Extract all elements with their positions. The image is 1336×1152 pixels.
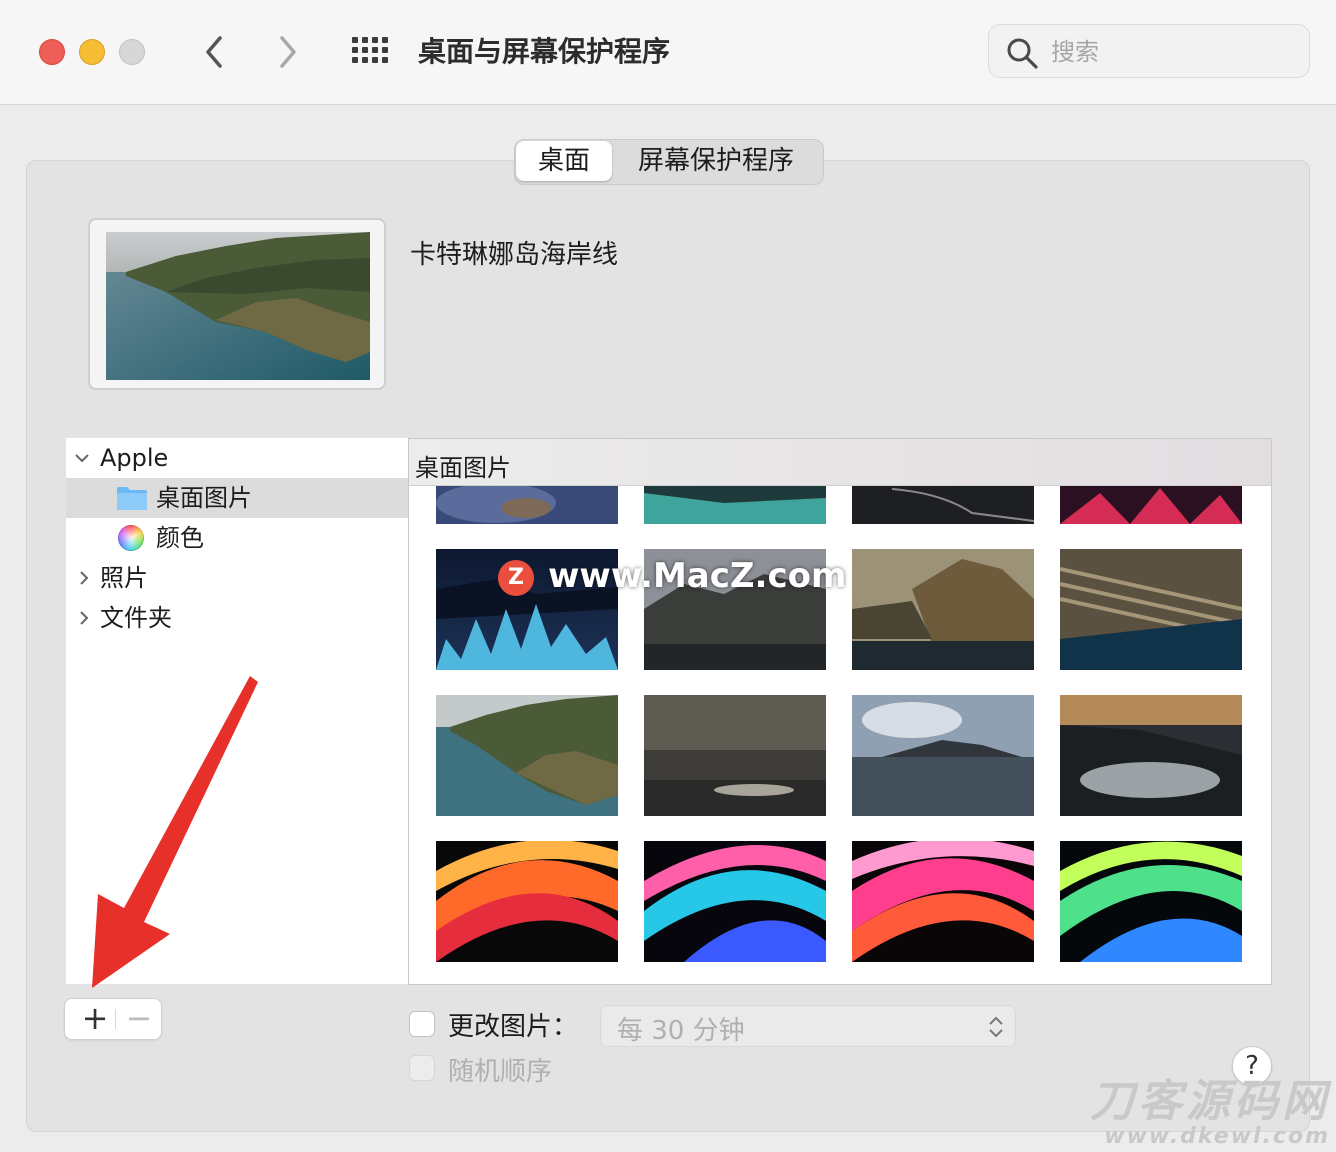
- sidebar-item-label: 桌面图片: [156, 484, 252, 512]
- change-picture-checkbox[interactable]: [409, 1011, 435, 1037]
- watermark-text: www.MacZ.com: [548, 556, 847, 596]
- wallpaper-thumb-abstract-orange-red[interactable]: [436, 841, 618, 962]
- wallpaper-thumb-abstract-cyan-pink[interactable]: [644, 841, 826, 962]
- minimize-button[interactable]: [79, 39, 105, 65]
- change-picture-label: 更改图片：: [448, 1012, 579, 1042]
- folder-icon: [117, 487, 147, 510]
- wallpaper-thumb-abstract-green-blue[interactable]: [1060, 841, 1242, 962]
- wallpaper-name: 卡特琳娜岛海岸线: [410, 240, 619, 270]
- wallpaper-thumb-abstract-pink-red[interactable]: [852, 841, 1034, 962]
- chevron-updown-icon: [989, 1016, 1003, 1038]
- sidebar-item-label: 照片: [100, 564, 148, 592]
- interval-select[interactable]: 每 30 分钟: [600, 1005, 1016, 1047]
- window-title: 桌面与屏幕保护程序: [418, 35, 671, 68]
- chevron-right-icon[interactable]: [76, 570, 92, 586]
- wallpaper-thumb-stormy-sea-light[interactable]: [644, 695, 826, 816]
- gallery-title: 桌面图片: [415, 454, 511, 482]
- search-input[interactable]: [1049, 33, 1293, 71]
- corner-watermark-url: www.dkewl.com: [1104, 1124, 1330, 1149]
- add-folder-button[interactable]: +: [75, 999, 115, 1039]
- wallpaper-thumb-rock-strata-ocean[interactable]: [1060, 549, 1242, 670]
- divider: [115, 1009, 116, 1029]
- wallpaper-thumb-catalina-coastline[interactable]: [436, 695, 618, 816]
- sidebar-item-photos[interactable]: 照片: [66, 558, 408, 598]
- wallpaper-thumb-catalina-cliff-sunlit[interactable]: [852, 549, 1034, 670]
- annotation-arrow-icon: [92, 676, 258, 988]
- zoom-button[interactable]: [119, 39, 145, 65]
- chevron-right-icon[interactable]: [76, 610, 92, 626]
- forward-button[interactable]: [266, 30, 310, 74]
- search-icon: [1007, 38, 1038, 69]
- wallpaper-thumb-island-fog-sunset[interactable]: [1060, 695, 1242, 816]
- wallpaper-gallery: 桌面图片: [408, 438, 1272, 985]
- tab-segmented-control: 桌面 屏幕保护程序: [514, 139, 824, 185]
- chevron-down-icon[interactable]: [74, 450, 90, 466]
- title-bar: 桌面与屏幕保护程序: [0, 0, 1336, 105]
- back-button[interactable]: [192, 30, 236, 74]
- search-field[interactable]: [988, 24, 1310, 78]
- watermark-badge: Z: [498, 560, 534, 596]
- sidebar-item-desktop-pictures[interactable]: 桌面图片: [66, 478, 408, 518]
- remove-folder-button[interactable]: −: [119, 999, 159, 1039]
- interval-value: 每 30 分钟: [617, 1016, 745, 1046]
- tab-screensaver[interactable]: 屏幕保护程序: [613, 140, 819, 184]
- sidebar-item-label: Apple: [100, 444, 169, 472]
- add-remove-control: + −: [64, 998, 162, 1040]
- gallery-header: 桌面图片: [409, 439, 1271, 486]
- random-order-checkbox[interactable]: [409, 1055, 435, 1081]
- sidebar-item-colors[interactable]: 颜色: [66, 518, 408, 558]
- color-wheel-icon: [118, 525, 144, 551]
- sidebar-item-label: 颜色: [156, 524, 204, 552]
- wallpaper-preview: [88, 218, 386, 390]
- corner-watermark: 刀客源码网 www.dkewl.com: [1070, 1076, 1330, 1150]
- close-button[interactable]: [39, 39, 65, 65]
- sidebar-item-folders[interactable]: 文件夹: [66, 598, 408, 638]
- wallpaper-thumb-island-clouds-sea[interactable]: [852, 695, 1034, 816]
- corner-watermark-title: 刀客源码网: [1090, 1076, 1330, 1127]
- random-order-label: 随机顺序: [448, 1057, 553, 1087]
- preview-image: [106, 232, 370, 380]
- show-all-grid-icon[interactable]: [350, 34, 390, 70]
- tab-desktop[interactable]: 桌面: [516, 141, 612, 181]
- sidebar-item-label: 文件夹: [100, 604, 172, 632]
- sidebar-item-apple[interactable]: Apple: [66, 438, 408, 478]
